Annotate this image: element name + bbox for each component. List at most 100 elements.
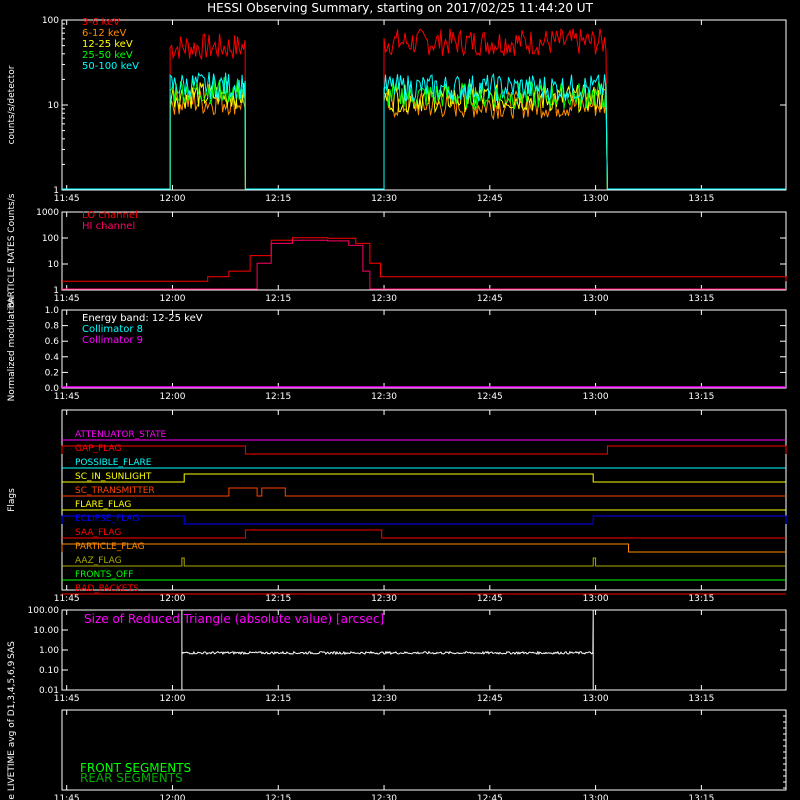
x-tick-label: 12:00 — [160, 594, 186, 604]
x-tick-label: 12:15 — [265, 594, 291, 604]
x-tick-label: 12:45 — [477, 392, 503, 402]
legend-entry: REAR SEGMENTS — [80, 771, 183, 785]
flag-label: SC_TRANSMITTER — [75, 486, 155, 496]
y-tick-label: 1.0 — [45, 306, 60, 316]
x-tick-label: 13:00 — [583, 392, 609, 402]
x-tick-label: 13:15 — [688, 294, 714, 304]
y-tick-label: 0.10 — [39, 666, 59, 676]
legend-entry: LO channel — [82, 210, 138, 221]
plot-canvas: HESSI Observing Summary, starting on 201… — [7, 1, 787, 800]
energy-band-label: Energy band: 12-25 keV — [82, 313, 203, 324]
legend-entry: 25-50 keV — [82, 50, 133, 61]
x-tick-label: 12:30 — [371, 794, 397, 800]
legend-entry: 3-6 keV — [82, 17, 120, 28]
flag-label: POSSIBLE_FLARE — [75, 458, 152, 468]
x-tick-label: 12:15 — [265, 392, 291, 402]
y-tick-label: 10 — [48, 260, 60, 270]
x-tick-label: 12:45 — [477, 694, 503, 704]
legend-entry: HI channel — [82, 221, 135, 232]
x-tick-label: 12:15 — [265, 294, 291, 304]
y-tick-label: 0.2 — [45, 368, 59, 378]
x-tick-label: 13:00 — [583, 594, 609, 604]
y-axis-label: Flags — [7, 488, 17, 512]
y-tick-label: 0.4 — [45, 353, 60, 363]
flag-line-9 — [62, 557, 786, 567]
sas-annotation: Size of Reduced Triangle (absolute value… — [84, 612, 384, 626]
x-tick-label: 12:00 — [160, 694, 186, 704]
y-tick-label: 100 — [42, 234, 59, 244]
panel-modulation: 11:45 12:00 12:15 12:30 12:45 13:00 13:150.00.… — [7, 297, 787, 402]
flag-line-3 — [62, 473, 786, 483]
panel-flags: 11:45 12:00 12:15 12:30 12:45 13:00 13:15 Flags… — [7, 409, 787, 604]
flag-line-4 — [62, 487, 786, 497]
y-axis-label: SAS — [7, 641, 17, 659]
panel-livetime: 11:45 12:00 12:15 12:30 12:45 13:00 13:15 Mon. … — [7, 660, 787, 800]
x-tick-label: 12:45 — [477, 294, 503, 304]
x-tick-label: 12:30 — [371, 294, 397, 304]
x-tick-label: 12:45 — [477, 794, 503, 800]
x-tick-label: 12:00 — [160, 294, 186, 304]
panel-frame — [61, 211, 787, 291]
y-tick-label: 10 — [48, 101, 60, 111]
flag-label: FRONTS_OFF — [75, 570, 133, 580]
x-tick-label: 13:00 — [583, 694, 609, 704]
x-tick-label: 12:00 — [160, 194, 186, 204]
flag-label: AAZ_FLAG — [75, 556, 122, 566]
flag-label: BAD_PACKETS — [75, 584, 139, 594]
flag-label: PARTICLE_FLAG — [75, 542, 145, 552]
x-tick-label: 13:00 — [583, 194, 609, 204]
x-tick-label: 12:30 — [371, 194, 397, 204]
x-tick-label: 13:15 — [688, 594, 714, 604]
panel-sas: 11:45 12:00 12:15 12:30 12:45 13:00 13:150.010… — [7, 606, 787, 704]
legend-entry: Collimator 8 — [82, 324, 143, 335]
y-tick-label: 100 — [42, 16, 59, 26]
x-tick-label: 13:15 — [688, 194, 714, 204]
flag-line-7 — [62, 529, 786, 539]
x-tick-label: 12:30 — [371, 392, 397, 402]
legend-entry: Collimator 9 — [82, 335, 143, 346]
y-axis-label: Normalized modulation — [7, 297, 17, 402]
x-tick-label: 11:45 — [54, 594, 80, 604]
y-tick-label: 0.0 — [45, 384, 60, 394]
x-tick-label: 12:30 — [371, 694, 397, 704]
plot-title: HESSI Observing Summary, starting on 201… — [207, 1, 593, 15]
panel-frame — [61, 409, 787, 591]
panel-count-rates: 11:45 12:00 12:15 12:30 12:45 13:00 13:1511010… — [7, 16, 787, 204]
y-tick-label: 0.6 — [45, 337, 60, 347]
flag-line-6 — [61, 515, 787, 525]
y-tick-label: 0.01 — [39, 686, 59, 696]
x-tick-label: 13:15 — [688, 694, 714, 704]
flag-label: GAP_FLAG — [75, 444, 121, 454]
legend-entry: 50-100 keV — [82, 61, 139, 72]
y-tick-label: 1.00 — [39, 646, 59, 656]
y-tick-label: 0.8 — [45, 322, 60, 332]
x-tick-label: 12:15 — [265, 794, 291, 800]
y-tick-label: 1000 — [36, 208, 59, 218]
legend-entry: 12-25 keV — [82, 39, 133, 50]
x-tick-label: 13:15 — [688, 392, 714, 402]
flag-label: ECLIPSE_FLAG — [75, 514, 139, 524]
flag-label: SAA_FLAG — [75, 528, 121, 538]
x-tick-label: 12:15 — [265, 694, 291, 704]
flag-line-1 — [61, 445, 787, 455]
x-tick-label: 12:15 — [265, 194, 291, 204]
hessi-summary-plot: HESSI Observing Summary, starting on 201… — [0, 0, 800, 800]
series-line-0 — [62, 237, 787, 282]
y-axis-label: counts/s/detector — [7, 65, 17, 144]
y-tick-label: 10.00 — [33, 626, 59, 636]
x-tick-label: 12:30 — [371, 594, 397, 604]
x-tick-label: 12:00 — [160, 392, 186, 402]
flag-label: SC_IN_SUNLIGHT — [75, 472, 152, 482]
x-tick-label: 12:00 — [160, 794, 186, 800]
y-axis-label: PARTICLE RATES Counts/s — [7, 193, 17, 308]
y-tick-label: 1 — [53, 186, 59, 196]
x-tick-label: 13:00 — [583, 794, 609, 800]
x-tick-label: 11:45 — [54, 794, 80, 800]
x-tick-label: 13:00 — [583, 294, 609, 304]
flag-line-8 — [61, 543, 786, 553]
x-tick-label: 12:45 — [477, 194, 503, 204]
x-tick-label: 13:15 — [688, 794, 714, 800]
y-tick-label: 100.00 — [28, 606, 60, 616]
y-axis-label: Mon. Rate LIVETIME avg of D1,3,4,5,6,9 — [7, 660, 17, 800]
flag-label: FLARE_FLAG — [75, 500, 131, 510]
